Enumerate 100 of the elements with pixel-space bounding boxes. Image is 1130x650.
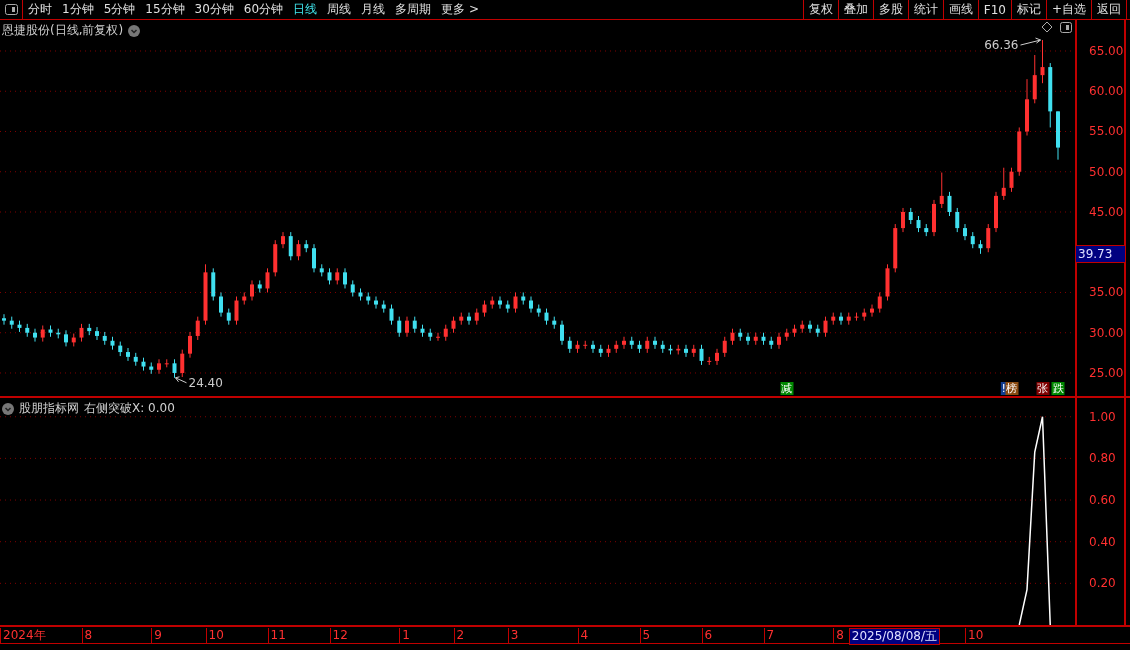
- candlestick: [598, 344, 603, 358]
- signal-badge: 减: [780, 382, 794, 395]
- period-tab[interactable]: 30分钟: [189, 0, 239, 19]
- candlestick: [932, 199, 936, 237]
- date-axis-label: 2024年: [0, 628, 48, 643]
- candlestick: [761, 332, 766, 346]
- candlestick: [846, 312, 851, 326]
- candlestick: [319, 263, 324, 277]
- candlestick: [474, 308, 479, 326]
- period-tab[interactable]: 5分钟: [98, 0, 141, 19]
- high-price-label: 66.36: [984, 38, 1019, 53]
- candlestick: [350, 279, 355, 297]
- candlestick: [226, 308, 231, 326]
- chart-title: 恩捷股份(日线,前复权): [2, 22, 124, 39]
- date-axis-label: 12: [329, 628, 350, 643]
- candlestick: [118, 341, 123, 357]
- candlestick: [885, 263, 890, 302]
- candlestick: [870, 304, 874, 318]
- period-tab[interactable]: 月线: [356, 0, 391, 19]
- price-axis-label: 45.00: [1089, 205, 1124, 219]
- candlestick: [862, 308, 867, 322]
- period-tab[interactable]: 分时: [23, 0, 57, 19]
- candlestick: [536, 304, 541, 318]
- candlestick: [242, 292, 247, 306]
- candlestick: [986, 223, 991, 253]
- low-arrow: [175, 376, 187, 384]
- candlestick: [1017, 126, 1022, 177]
- candlestick: [436, 332, 440, 342]
- candlestick: [312, 243, 316, 273]
- candlestick: [831, 312, 836, 326]
- diamond-icon[interactable]: [1041, 21, 1053, 33]
- candlestick: [188, 331, 192, 359]
- price-axis-label: 60.00: [1089, 84, 1124, 99]
- candlestick: [219, 292, 223, 318]
- indicator-axis-label: 0.40: [1089, 534, 1116, 549]
- period-tab[interactable]: 周线: [322, 0, 357, 19]
- candlestick: [970, 231, 975, 249]
- period-tab[interactable]: 日线: [288, 0, 323, 19]
- candlestick: [1001, 167, 1006, 201]
- candlestick: [71, 333, 76, 347]
- candlestick: [405, 316, 409, 338]
- candlestick: [467, 312, 471, 326]
- candlestick: [645, 336, 650, 354]
- date-axis-label: 6: [701, 628, 715, 643]
- candlestick: [637, 340, 642, 354]
- panel-toggle-icon[interactable]: [1060, 22, 1072, 33]
- candlestick: [916, 215, 921, 233]
- current-price-tag: 39.73: [1075, 245, 1126, 264]
- candlestick: [839, 312, 843, 326]
- candlestick: [257, 279, 262, 293]
- candlestick: [203, 263, 208, 326]
- candlestick: [746, 332, 750, 346]
- price-axis-label: 55.00: [1089, 124, 1124, 139]
- candlestick: [823, 316, 828, 338]
- period-tab[interactable]: 15分钟: [140, 0, 190, 19]
- price-axis-label: 50.00: [1089, 164, 1124, 179]
- chevron-icon[interactable]: [2, 402, 14, 415]
- panel-toggle-icon[interactable]: [4, 4, 18, 15]
- candlestick: [668, 344, 673, 355]
- candlestick: [784, 328, 789, 342]
- candlestick: [265, 267, 270, 293]
- period-tab[interactable]: 更多 >: [436, 0, 484, 19]
- date-axis-label: 10: [205, 628, 226, 643]
- chevron-icon[interactable]: [128, 24, 141, 37]
- indicator-axis-label: 0.60: [1089, 493, 1116, 508]
- candlestick: [529, 296, 533, 314]
- indicator-name: 股朋指标网: [19, 400, 79, 417]
- candlestick: [715, 348, 719, 366]
- candlestick: [777, 332, 781, 350]
- candlestick: [699, 344, 704, 366]
- candlestick: [110, 336, 115, 351]
- signal-badge: 跌: [1051, 382, 1065, 395]
- candlestick: [459, 312, 464, 326]
- candlestick: [366, 292, 371, 306]
- period-tab[interactable]: 60分钟: [238, 0, 289, 19]
- candlestick: [443, 324, 448, 342]
- price-axis-label: 35.00: [1089, 285, 1124, 300]
- candlestick: [133, 352, 138, 367]
- candlestick: [164, 358, 169, 368]
- candlestick: [815, 324, 820, 338]
- date-axis-label: 1: [399, 628, 412, 643]
- indicator-axis-label: 0.20: [1089, 576, 1116, 591]
- period-tab[interactable]: 多周期: [390, 0, 437, 19]
- candlestick: [102, 331, 107, 346]
- candlestick: [614, 340, 619, 354]
- candlestick: [498, 296, 502, 310]
- date-axis-label: 2025/08/08/五: [848, 628, 940, 645]
- candlestick: [1009, 167, 1014, 193]
- candlestick: [64, 329, 68, 347]
- date-axis-label: 10: [965, 628, 986, 643]
- candlestick: [567, 336, 572, 354]
- candlestick: [412, 316, 417, 334]
- candlestick: [56, 328, 61, 339]
- candlestick: [428, 328, 433, 342]
- price-axis-label: 65.00: [1089, 44, 1124, 58]
- candlestick: [327, 267, 332, 285]
- period-tab[interactable]: 1分钟: [57, 0, 99, 19]
- candlestick: [9, 316, 14, 330]
- candlestick: [482, 300, 487, 318]
- candlestick: [389, 304, 394, 326]
